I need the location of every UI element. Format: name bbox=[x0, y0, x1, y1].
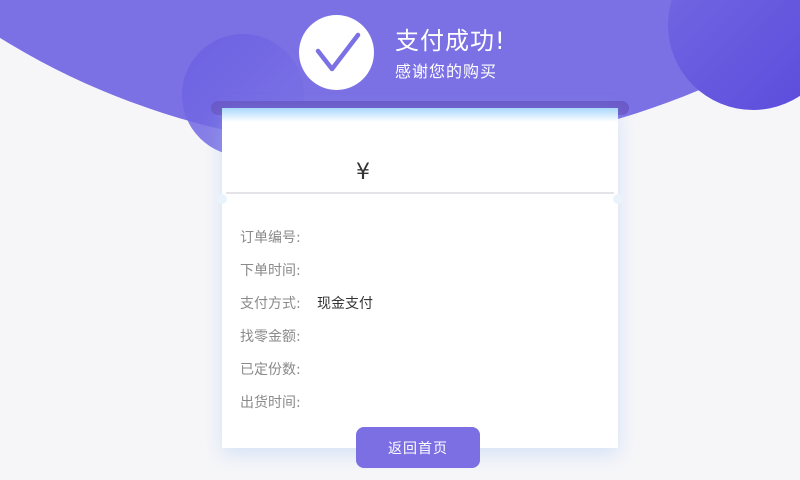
change-amount-row: 找零金额: bbox=[240, 328, 373, 361]
dispense-time-row: 出货时间: bbox=[240, 394, 373, 427]
page-title: 支付成功! bbox=[395, 27, 506, 55]
order-number-label: 订单编号: bbox=[240, 230, 301, 246]
order-time-label: 下单时间: bbox=[240, 263, 301, 279]
quantity-label: 已定份数: bbox=[240, 362, 301, 378]
quantity-row: 已定份数: bbox=[240, 361, 373, 394]
receipt-top-glow bbox=[222, 108, 618, 122]
payment-method-label: 支付方式: bbox=[240, 296, 301, 312]
change-amount-label: 找零金额: bbox=[240, 329, 301, 345]
payment-method-value: 现金支付 bbox=[317, 296, 373, 312]
receipt-notch-left bbox=[217, 194, 227, 204]
order-number-row: 订单编号: bbox=[240, 229, 373, 262]
receipt-card: ¥ 订单编号: 下单时间: 支付方式: 现金支付 找零金额: 已定份数: 出货时… bbox=[217, 108, 623, 448]
order-info-list: 订单编号: 下单时间: 支付方式: 现金支付 找零金额: 已定份数: 出货时间: bbox=[240, 229, 373, 427]
order-time-row: 下单时间: bbox=[240, 262, 373, 295]
payment-amount: ¥ bbox=[356, 160, 370, 185]
return-home-button[interactable]: 返回首页 bbox=[356, 427, 480, 468]
receipt-divider bbox=[226, 192, 614, 194]
payment-method-row: 支付方式: 现金支付 bbox=[240, 295, 373, 328]
dispense-time-label: 出货时间: bbox=[240, 395, 301, 411]
receipt-notch-right bbox=[613, 194, 623, 204]
checkmark-icon bbox=[315, 32, 360, 71]
page-subtitle: 感谢您的购买 bbox=[395, 62, 498, 81]
success-badge bbox=[299, 15, 374, 90]
